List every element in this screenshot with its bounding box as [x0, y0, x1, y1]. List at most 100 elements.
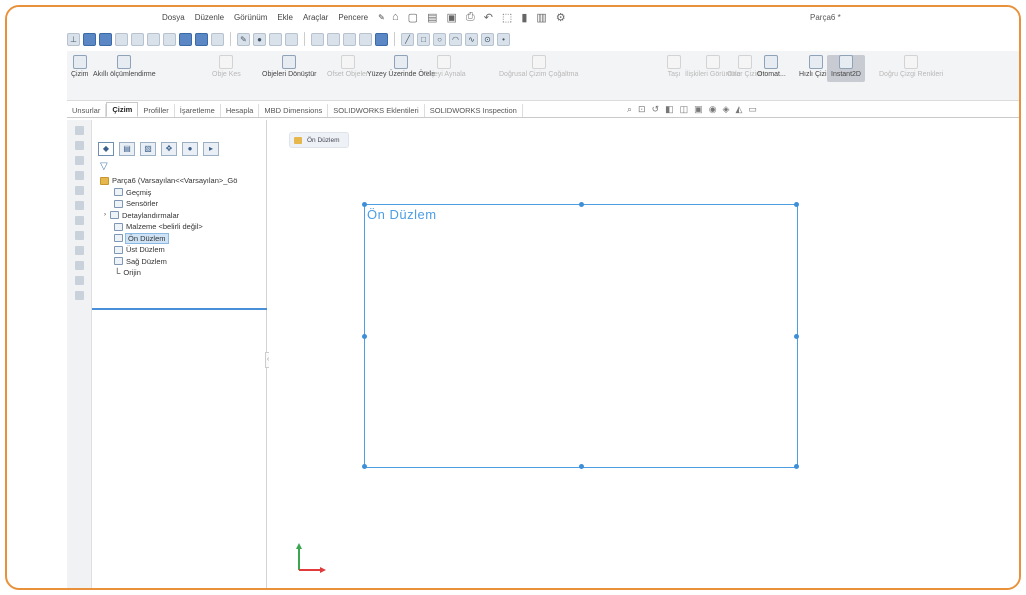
previous-view-icon[interactable]: ↺ [652, 104, 660, 115]
breadcrumb[interactable]: Ön Düzlem [289, 132, 349, 148]
strip-tool-icon[interactable] [75, 156, 84, 165]
tab-cizim[interactable]: Çizim [106, 102, 139, 117]
feature-icon[interactable] [285, 32, 298, 46]
ellipse-icon[interactable]: ⊙ [481, 32, 494, 46]
sketch-button[interactable]: Çizim [71, 55, 89, 78]
appearance-icon[interactable]: ◈ [723, 104, 730, 115]
front-plane-preview[interactable]: Ön Düzlem [362, 202, 799, 469]
tab-profiller[interactable]: Profiller [138, 104, 175, 117]
expand-icon[interactable]: › [104, 212, 106, 218]
tab-mbd-dimensions[interactable]: MBD Dimensions [259, 104, 329, 117]
strip-tool-icon[interactable] [75, 186, 84, 195]
feature-icon[interactable] [359, 32, 372, 46]
point-icon[interactable]: • [497, 32, 510, 46]
hide-show-icon[interactable]: ◉ [709, 104, 717, 115]
plane-handle[interactable] [579, 202, 584, 207]
tree-item-sensors[interactable]: Sensörler [92, 198, 267, 210]
filter-icon[interactable]: ▽ [100, 161, 108, 172]
feature-icon[interactable] [195, 32, 208, 46]
feature-tree-tab-icon[interactable]: ◆ [98, 142, 114, 156]
tab-unsurlar[interactable]: Unsurlar [67, 104, 107, 117]
view-icon[interactable] [83, 32, 96, 46]
shaded-sketch-button[interactable]: Doğru Çizgi Renkleri [879, 55, 943, 78]
display-style-icon[interactable]: ▣ [694, 104, 703, 115]
feature-icon[interactable] [211, 32, 224, 46]
linear-pattern-button[interactable]: Doğrusal Çizim Çoğaltma [499, 55, 578, 78]
strip-tool-icon[interactable] [75, 126, 84, 135]
zoom-fit-icon[interactable]: ⌕ [627, 104, 632, 115]
strip-tool-icon[interactable] [75, 261, 84, 270]
line-icon[interactable]: ╱ [401, 32, 414, 46]
feature-icon[interactable] [269, 32, 282, 46]
menu-item-pencere[interactable]: Pencere [338, 13, 368, 22]
select-icon[interactable]: ⬚ [502, 11, 512, 24]
feature-icon[interactable] [311, 32, 324, 46]
strip-tool-icon[interactable] [75, 291, 84, 300]
move-button[interactable]: Taşı [667, 55, 681, 78]
circle-icon[interactable]: ○ [433, 32, 446, 46]
feature-icon[interactable] [343, 32, 356, 46]
feature-icon[interactable] [99, 32, 112, 46]
feature-icon[interactable] [179, 32, 192, 46]
arc-icon[interactable]: ◠ [449, 32, 462, 46]
tab-isaretleme[interactable]: İşaretleme [175, 104, 221, 117]
print-icon[interactable]: ⎙ [466, 11, 475, 24]
strip-tool-icon[interactable] [75, 231, 84, 240]
open-icon[interactable]: ▤ [427, 11, 437, 24]
menu-item-gorunum[interactable]: Görünüm [234, 13, 267, 22]
tree-root[interactable]: Parça6 (Varsayılan<<Varsayılan>_Gö [92, 175, 267, 187]
home-icon[interactable]: ⌂ [392, 11, 399, 24]
menu-item-duzenle[interactable]: Düzenle [195, 13, 224, 22]
strip-tool-icon[interactable] [75, 276, 84, 285]
tab-hesapla[interactable]: Hesapla [221, 104, 260, 117]
instant2d-button[interactable]: Instant2D [827, 55, 865, 82]
tab-solidworks-inspection[interactable]: SOLIDWORKS Inspection [425, 104, 523, 117]
mirror-button[interactable]: Objeyi Aynala [423, 55, 466, 78]
strip-tool-icon[interactable] [75, 216, 84, 225]
section-view-icon[interactable]: ◧ [665, 104, 674, 115]
feature-icon[interactable] [131, 32, 144, 46]
plane-handle[interactable] [794, 334, 799, 339]
convert-entities-button[interactable]: Objeleri Dönüştür [262, 55, 316, 78]
feature-icon[interactable] [327, 32, 340, 46]
plane-handle[interactable] [794, 464, 799, 469]
feature-icon[interactable] [375, 32, 388, 46]
display-manager-tab-icon[interactable]: ● [182, 142, 198, 156]
pencil-icon[interactable]: ✎ [237, 32, 250, 46]
strip-tool-icon[interactable] [75, 171, 84, 180]
feature-icon[interactable] [163, 32, 176, 46]
plane-handle[interactable] [579, 464, 584, 469]
tree-item-material[interactable]: Malzeme <belirli değil> [92, 221, 267, 233]
feature-icon[interactable] [147, 32, 160, 46]
new-icon[interactable]: ▢ [408, 11, 418, 24]
configuration-tab-icon[interactable]: ▧ [140, 142, 156, 156]
tree-item-history[interactable]: Geçmiş [92, 187, 267, 199]
smart-dimension-button[interactable]: Akıllı ölçümlendirme [93, 55, 156, 78]
plane-handle[interactable] [362, 464, 367, 469]
rollback-bar[interactable] [92, 308, 267, 310]
plane-handle[interactable] [362, 334, 367, 339]
property-manager-tab-icon[interactable]: ▤ [119, 142, 135, 156]
feature-icon[interactable] [115, 32, 128, 46]
strip-tool-icon[interactable] [75, 201, 84, 210]
rectangle-icon[interactable]: □ [417, 32, 430, 46]
pin-icon[interactable]: ✎ [378, 13, 385, 22]
rebuild-icon[interactable]: ▮ [521, 11, 527, 24]
options-icon[interactable]: ▥ [536, 11, 546, 24]
graphics-area[interactable]: Ön Düzlem Ön Düzlem [269, 120, 1019, 588]
tree-item-origin[interactable]: └ Orijin [92, 267, 267, 279]
menu-item-dosya[interactable]: Dosya [162, 13, 185, 22]
tree-item-annotations[interactable]: › Detaylandırmalar [92, 210, 267, 222]
menu-item-araclar[interactable]: Araçlar [303, 13, 328, 22]
dimxpert-tab-icon[interactable]: ✥ [161, 142, 177, 156]
auto-button[interactable]: Otomat... [757, 55, 786, 78]
zoom-area-icon[interactable]: ⊡ [638, 104, 646, 115]
tree-item-right-plane[interactable]: Sağ Düzlem [92, 256, 267, 268]
scene-icon[interactable]: ◭ [735, 104, 742, 115]
save-icon[interactable]: ▣ [446, 11, 456, 24]
tree-item-front-plane[interactable]: Ön Düzlem [92, 232, 267, 245]
trim-button[interactable]: Obje Kes [212, 55, 241, 78]
spline-icon[interactable]: ∿ [465, 32, 478, 46]
view-settings-icon[interactable]: ▭ [748, 104, 757, 115]
settings-icon[interactable]: ⚙ [556, 11, 566, 24]
